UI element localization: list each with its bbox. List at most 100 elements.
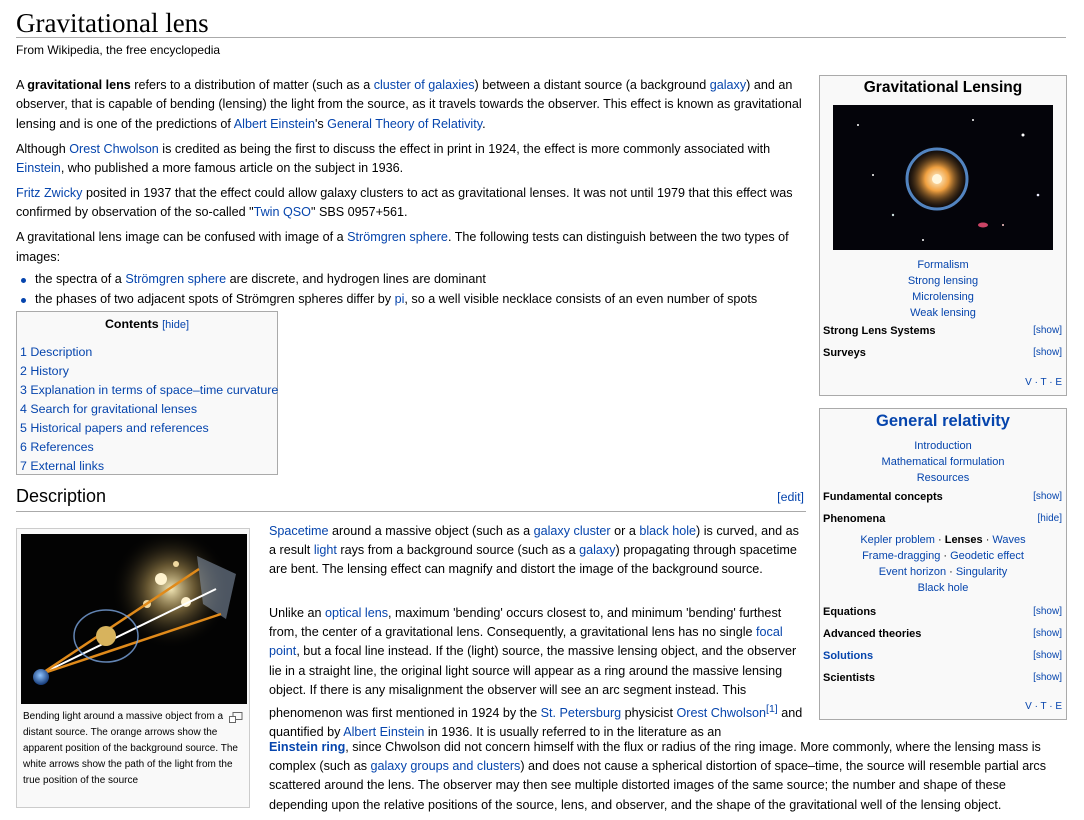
- navbox-gravitational-lensing: Gravitational Lensing Formalism Strong l…: [819, 75, 1067, 396]
- bold-term: gravitational lens: [27, 78, 131, 92]
- link-st-petersburg[interactable]: St. Petersburg: [541, 706, 622, 720]
- link-twin-qso[interactable]: Twin QSO: [254, 205, 311, 219]
- phenomena-links: Kepler problem · Lenses · Waves Frame-dr…: [860, 534, 1026, 594]
- link-frame-dragging[interactable]: Frame-dragging: [862, 550, 940, 562]
- toc-item-explanation[interactable]: 3 Explanation in terms of space–time cur…: [20, 383, 278, 397]
- text: around a massive object (such as a: [328, 524, 534, 538]
- description-paragraph-1: Spacetime around a massive object (such …: [269, 522, 806, 580]
- show-toggle[interactable]: [show]: [1033, 325, 1062, 336]
- toc-item-search[interactable]: 4 Search for gravitational lenses: [20, 402, 197, 416]
- link-light[interactable]: light: [314, 543, 337, 557]
- link-microlensing[interactable]: Microlensing: [912, 291, 974, 303]
- link-introduction[interactable]: Introduction: [914, 440, 971, 452]
- show-toggle[interactable]: [show]: [1033, 628, 1062, 639]
- link-einstein-ring[interactable]: Einstein ring: [269, 740, 345, 754]
- text: , so a well visible necklace consists of…: [404, 292, 758, 307]
- description-paragraph-2: Unlike an optical lens, maximum 'bending…: [269, 604, 806, 743]
- navbox-links: Formalism Strong lensing Microlensing We…: [820, 257, 1066, 321]
- navbox-row-scientists: Scientists [show]: [823, 672, 1062, 688]
- show-toggle[interactable]: [show]: [1033, 347, 1062, 358]
- link-weak-lensing[interactable]: Weak lensing: [910, 307, 976, 319]
- text: , who published a more famous article on…: [60, 160, 404, 175]
- link-orest-chwolson[interactable]: Orest Chwolson: [69, 142, 159, 156]
- link-mathematical-formulation[interactable]: Mathematical formulation: [882, 456, 1005, 468]
- navbox-row-strong-lens-systems: Strong Lens Systems [show]: [823, 325, 1062, 341]
- text: A: [16, 78, 28, 92]
- text: or a: [610, 524, 640, 538]
- enlarge-icon[interactable]: [229, 710, 243, 728]
- text: ) between a distant source (a background: [474, 78, 710, 92]
- link-kepler-problem[interactable]: Kepler problem: [860, 534, 935, 546]
- link-stromgren-sphere[interactable]: Strömgren sphere: [125, 272, 226, 286]
- navbox-row-solutions: Solutions [show]: [823, 650, 1062, 666]
- link-optical-lens[interactable]: optical lens: [325, 606, 388, 620]
- link-waves[interactable]: Waves: [992, 534, 1025, 546]
- row-label: Fundamental concepts: [823, 491, 943, 503]
- test-list: the spectra of a Strömgren sphere are di…: [16, 270, 806, 310]
- navbox-row-surveys: Surveys [show]: [823, 347, 1062, 363]
- show-toggle[interactable]: [show]: [1033, 491, 1062, 502]
- toc-hide-toggle[interactable]: [hide]: [162, 319, 189, 331]
- navbox-row-phenomena: Phenomena [hide]: [823, 513, 1062, 529]
- link-geodetic-effect[interactable]: Geodetic effect: [950, 550, 1024, 562]
- intro-paragraph-3: Fritz Zwicky posited in 1937 that the ef…: [16, 184, 806, 223]
- link-galaxy[interactable]: galaxy: [710, 78, 746, 92]
- link-galaxy[interactable]: galaxy: [579, 543, 615, 557]
- text: physicist: [621, 706, 677, 721]
- toc-item-external-links[interactable]: 7 External links: [20, 459, 104, 473]
- link-general-relativity[interactable]: General Theory of Relativity: [327, 117, 482, 131]
- link-galaxy-cluster[interactable]: galaxy cluster: [534, 524, 611, 538]
- intro-paragraph-1: A gravitational lens refers to a distrib…: [16, 76, 806, 134]
- article-content: Gravitational lens From Wikipedia, the f…: [0, 0, 1084, 820]
- text: are discrete, and hydrogen lines are dom…: [226, 272, 486, 287]
- link-pi[interactable]: pi: [395, 292, 405, 306]
- thumbnail-caption: Bending light around a massive object fr…: [23, 711, 238, 786]
- show-toggle[interactable]: [show]: [1033, 650, 1062, 661]
- link-resources[interactable]: Resources: [917, 472, 970, 484]
- vte-links[interactable]: V · T · E: [1025, 701, 1062, 712]
- row-label-link[interactable]: Solutions: [823, 650, 873, 662]
- description-paragraph-2-continued: Einstein ring, since Chwolson did not co…: [269, 738, 1064, 815]
- citation-1[interactable]: [1]: [766, 703, 778, 715]
- link-galaxy-groups[interactable]: galaxy groups and clusters: [371, 759, 521, 773]
- citation-link[interactable]: [1]: [766, 703, 778, 715]
- row-label: Scientists: [823, 672, 875, 684]
- current-page-lenses: Lenses: [944, 534, 983, 546]
- list-item: the phases of two adjacent spots of Strö…: [21, 290, 806, 309]
- toc-item-history[interactable]: 2 History: [20, 364, 69, 378]
- lensing-diagram-image[interactable]: [21, 534, 247, 704]
- link-black-hole[interactable]: black hole: [639, 524, 696, 538]
- navbox-title: Gravitational Lensing: [863, 79, 1023, 96]
- navbox-links: Introduction Mathematical formulation Re…: [820, 438, 1066, 486]
- link-albert-einstein[interactable]: Albert Einstein: [234, 117, 315, 131]
- edit-section-link[interactable]: [edit]: [777, 490, 804, 504]
- hide-toggle[interactable]: [hide]: [1038, 513, 1062, 524]
- einstein-ring-image[interactable]: [833, 105, 1053, 250]
- link-formalism[interactable]: Formalism: [917, 259, 968, 271]
- toc-title: Contents: [104, 317, 159, 331]
- navbox-title-link[interactable]: General relativity: [876, 412, 1010, 430]
- link-strong-lensing[interactable]: Strong lensing: [908, 275, 978, 287]
- show-toggle[interactable]: [show]: [1033, 606, 1062, 617]
- link-einstein[interactable]: Einstein: [16, 161, 61, 175]
- link-cluster-of-galaxies[interactable]: cluster of galaxies: [374, 78, 475, 92]
- show-toggle[interactable]: [show]: [1033, 672, 1062, 683]
- text: .: [482, 116, 486, 131]
- text: rays from a background source (such as a: [336, 543, 580, 558]
- site-tagline: From Wikipedia, the free encyclopedia: [16, 43, 221, 57]
- navbox-title[interactable]: General relativity: [820, 412, 1066, 434]
- link-singularity[interactable]: Singularity: [956, 566, 1007, 578]
- link-event-horizon[interactable]: Event horizon: [879, 566, 946, 578]
- text: the phases of two adjacent spots of Strö…: [35, 292, 395, 307]
- link-black-hole[interactable]: Black hole: [918, 582, 969, 594]
- link-stromgren-sphere[interactable]: Strömgren sphere: [347, 230, 448, 244]
- toc-item-references[interactable]: 6 References: [20, 440, 94, 454]
- vte-links[interactable]: V · T · E: [1025, 377, 1062, 388]
- toc-item-description[interactable]: 1 Description: [20, 345, 92, 359]
- link-orest-chwolson[interactable]: Orest Chwolson: [676, 706, 766, 720]
- link-fritz-zwicky[interactable]: Fritz Zwicky: [16, 186, 82, 200]
- row-label: Phenomena: [823, 513, 886, 525]
- toc-item-historical-papers[interactable]: 5 Historical papers and references: [20, 421, 209, 435]
- link-spacetime[interactable]: Spacetime: [269, 524, 329, 538]
- text: 's: [314, 116, 328, 131]
